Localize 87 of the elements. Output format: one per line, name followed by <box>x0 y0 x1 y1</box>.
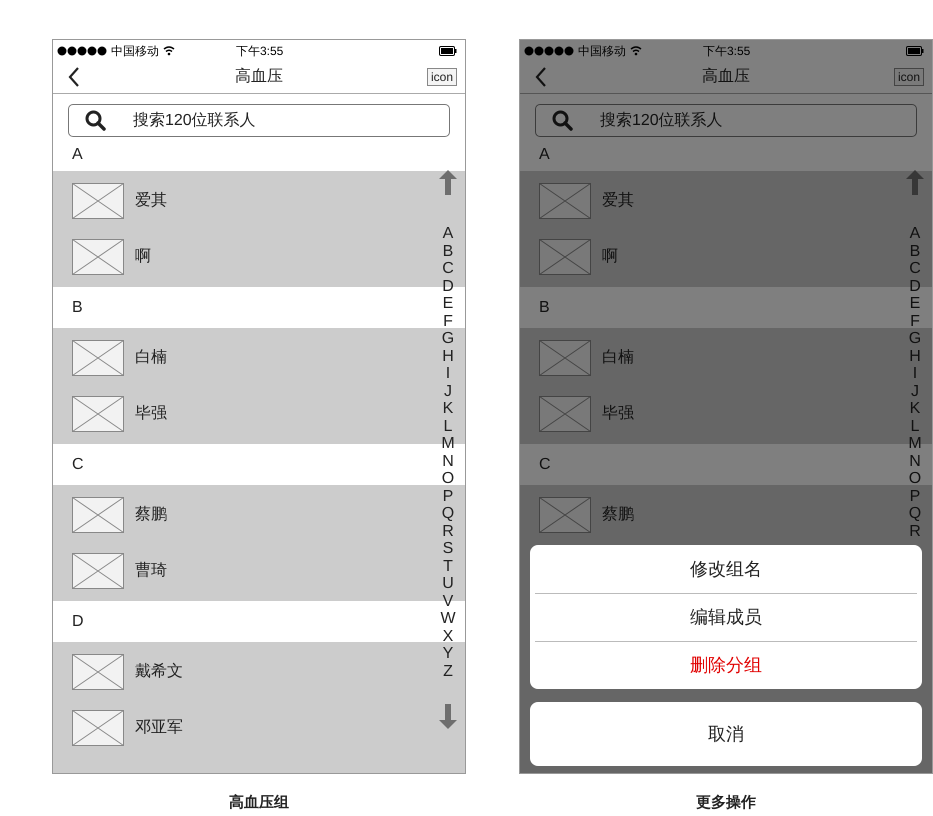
search-field[interactable]: 搜索120位联系人 <box>68 104 450 137</box>
action-item[interactable]: 删除分组 <box>535 641 917 689</box>
carrier-name: 中国移动 <box>578 42 626 60</box>
back-icon <box>534 66 547 88</box>
index-letter[interactable]: V <box>442 592 454 610</box>
icon-button[interactable]: icon <box>894 68 924 86</box>
wifi-icon <box>163 45 175 56</box>
index-letter[interactable]: U <box>442 575 454 592</box>
icon-button[interactable]: icon <box>426 68 457 86</box>
signal-icon <box>524 46 574 56</box>
index-letter[interactable]: O <box>442 470 454 488</box>
index-letter[interactable]: M <box>441 435 455 452</box>
index-letter[interactable]: G <box>442 330 454 348</box>
image-placeholder-icon <box>539 183 591 219</box>
image-placeholder-icon <box>539 396 591 432</box>
section-header: D <box>72 612 84 632</box>
index-letter[interactable]: Y <box>442 645 454 662</box>
down-arrow-icon <box>439 704 457 729</box>
index-letter[interactable]: O <box>908 470 922 488</box>
nav-title: 高血压 <box>235 66 283 87</box>
wifi-icon <box>630 45 642 56</box>
image-placeholder-icon <box>539 239 591 275</box>
contact-name[interactable]: 啊 <box>135 245 151 269</box>
index-letter[interactable]: F <box>443 312 453 330</box>
screen-caption: 高血压组 <box>229 793 289 813</box>
index-letter[interactable]: J <box>444 382 452 400</box>
image-placeholder-icon <box>72 654 124 690</box>
image-placeholder-icon <box>72 396 124 432</box>
contact-name[interactable]: 毕强 <box>135 402 167 426</box>
index-letter[interactable]: Q <box>442 505 454 522</box>
index-letter[interactable]: R <box>442 522 454 540</box>
index-letter[interactable]: W <box>440 610 456 628</box>
nav-title: 高血压 <box>702 66 750 87</box>
image-placeholder-icon <box>72 497 124 533</box>
image-placeholder-icon <box>72 183 124 219</box>
contact-name[interactable]: 戴希文 <box>135 660 183 684</box>
section-header: B <box>72 298 83 318</box>
section-header: B <box>539 298 550 318</box>
search-field[interactable]: 搜索120位联系人 <box>535 104 917 137</box>
index-letter[interactable]: D <box>442 278 454 295</box>
index-letter[interactable]: I <box>446 365 450 382</box>
index-letter[interactable]: K <box>442 400 454 418</box>
status-time: 下午3:55 <box>236 42 284 60</box>
index-letter[interactable]: H <box>442 348 454 365</box>
index-letter[interactable]: F <box>910 312 920 330</box>
index-letter[interactable]: L <box>444 418 452 435</box>
action-item[interactable]: 编辑成员 <box>535 593 917 641</box>
up-arrow-icon <box>439 170 457 195</box>
index-letter[interactable]: B <box>442 242 454 260</box>
index-letter[interactable]: T <box>443 558 453 575</box>
index-letter[interactable]: P <box>442 488 454 505</box>
contact-name[interactable]: 白楠 <box>135 346 167 370</box>
contact-name[interactable]: 邓亚军 <box>135 716 183 740</box>
section-header: A <box>72 145 83 165</box>
image-placeholder-icon <box>72 239 124 275</box>
contact-name[interactable]: 蔡鹏 <box>135 503 167 527</box>
status-time: 下午3:55 <box>703 42 750 60</box>
index-letter[interactable]: X <box>442 628 454 645</box>
index-letter[interactable]: E <box>910 295 920 312</box>
screen-caption: 更多操作 <box>696 793 756 813</box>
image-placeholder-icon <box>539 497 591 533</box>
signal-icon <box>57 46 107 56</box>
back-icon <box>67 66 80 88</box>
action-item[interactable]: 修改组名 <box>535 545 917 593</box>
index-letter[interactable]: Z <box>443 662 453 680</box>
section-header: C <box>72 454 84 474</box>
index-letter[interactable]: A <box>442 225 454 242</box>
image-placeholder-icon <box>539 340 591 376</box>
search-icon <box>552 110 573 131</box>
contact-name[interactable]: 曹琦 <box>135 559 167 583</box>
index-letter[interactable]: S <box>442 540 454 558</box>
cancel-button[interactable]: 取消 <box>530 702 922 766</box>
contact-name[interactable]: 爱其 <box>135 189 167 213</box>
image-placeholder-icon <box>72 340 124 376</box>
up-arrow-icon <box>906 170 924 195</box>
index-letter[interactable]: N <box>442 452 454 470</box>
image-placeholder-icon <box>72 553 124 589</box>
section-header: A <box>539 145 550 165</box>
battery-icon <box>439 46 457 56</box>
index-letter[interactable]: E <box>442 295 454 312</box>
index-letter[interactable]: C <box>442 260 454 278</box>
battery-icon <box>906 46 924 56</box>
index-letter[interactable]: N <box>909 452 921 470</box>
search-icon <box>85 110 106 131</box>
section-header: C <box>539 454 551 474</box>
image-placeholder-icon <box>72 710 124 746</box>
carrier-name: 中国移动 <box>111 42 159 60</box>
